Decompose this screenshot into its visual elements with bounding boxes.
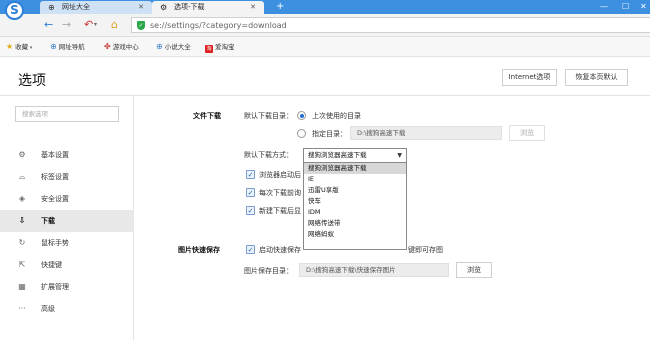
dropdown-option[interactable]: IE	[304, 174, 406, 185]
dropdown-option[interactable]: 迅雷U享版	[304, 185, 406, 196]
sidebar-item-extensions[interactable]: ▦ 扩展管理	[0, 276, 134, 298]
bookmark-novels[interactable]: ⊕ 小说大全	[156, 40, 191, 54]
specify-dir-field[interactable]: D:\搜狗高速下载	[350, 126, 502, 140]
sidebar-item-shortcuts[interactable]: ⇱ 快捷键	[0, 254, 134, 276]
settings-page: 选项 Internet选项 恢复本页默认 搜索选项 ⚙ 基本设置 ⌓ 标签设置 ◈ 安…	[0, 58, 650, 340]
sidebar-item-security[interactable]: ◈ 安全设置	[0, 188, 134, 210]
settings-sidebar: 搜索选项 ⚙ 基本设置 ⌓ 标签设置 ◈ 安全设置 ⇩ 下载 ↻ 鼠标手势 ⇱ 快捷键 ▦ 扩…	[0, 96, 134, 340]
image-dir-field[interactable]: D:\搜狗高速下载\快速保存图片	[299, 263, 449, 277]
bookmarks-bar: ★ 收藏 ▾ ⊕ 网址导航 ✤ 游戏中心 ⊕ 小说大全 淘爱淘宝	[0, 37, 650, 57]
mouse-gesture-icon: ↻	[18, 238, 26, 247]
more-icon: ···	[18, 304, 26, 313]
quicksave-enable-label: 启动快速保存	[259, 246, 301, 254]
dropdown-option[interactable]: 搜狗浏览器高速下载	[304, 163, 406, 174]
checkbox-launch[interactable]: ✓	[246, 170, 255, 179]
checkbox-ask-label: 每次下载前询	[259, 189, 301, 197]
quicksave-enable-label-end: 键即可存图	[408, 246, 443, 254]
back-icon[interactable]: ←	[44, 17, 53, 33]
bookmark-favorites[interactable]: ★ 收藏 ▾	[6, 40, 32, 54]
sidebar-item-advanced[interactable]: ··· 高级	[0, 298, 134, 320]
forward-icon[interactable]: →	[62, 17, 71, 33]
url-input[interactable]: ✓ se://settings/?category=download	[131, 17, 650, 33]
browse-button[interactable]: 浏览	[456, 262, 492, 278]
sidebar-item-download[interactable]: ⇩ 下载	[0, 210, 134, 232]
checkbox-ask-before-download[interactable]: ✓	[246, 188, 255, 197]
tab-icon: ⌓	[18, 172, 26, 181]
specify-dir-label: 指定目录：	[312, 130, 347, 138]
checkbox-launch-label: 浏览器启动后	[259, 171, 301, 179]
globe-icon: ⊕	[50, 42, 57, 51]
radio-specify-dir[interactable]	[297, 129, 306, 138]
extensions-icon: ▦	[18, 282, 26, 291]
star-icon: ★	[6, 42, 14, 51]
browser-logo[interactable]: S	[5, 1, 24, 20]
search-input[interactable]: 搜索选项	[15, 106, 119, 122]
tab-options-download[interactable]: ⚙ 选项-下载 ✕	[152, 1, 264, 14]
bookmark-web-nav[interactable]: ⊕ 网址导航	[50, 40, 85, 54]
globe-icon: ⊕	[48, 3, 55, 12]
home-icon[interactable]: ⌂	[111, 17, 118, 33]
gear-icon: ⚙	[18, 150, 26, 159]
chevron-down-icon[interactable]: ▾	[94, 17, 97, 33]
undo-icon[interactable]: ↶	[84, 17, 93, 33]
checkbox-enable-quicksave[interactable]: ✓	[246, 245, 255, 254]
shortcut-icon: ⇱	[18, 260, 26, 269]
download-method-dropdown: 搜狗浏览器高速下载 IE 迅雷U享版 快车 IDM 网络传送带 网络蚂蚁	[303, 162, 407, 250]
bookmark-game-center[interactable]: ✤ 游戏中心	[104, 40, 139, 54]
tab-label: 网址大全	[62, 3, 90, 11]
checkbox-show-label: 新建下载后显	[259, 207, 301, 215]
download-method-label: 默认下载方式：	[244, 151, 293, 159]
page-title: 选项	[18, 73, 46, 89]
taobao-icon: 淘	[205, 45, 213, 53]
download-method-select[interactable]: 搜狗浏览器高速下载 ▼	[303, 148, 407, 163]
tab-label: 选项-下载	[174, 3, 205, 11]
gear-icon: ⚙	[160, 3, 168, 12]
checkbox-show-after-new[interactable]: ✓	[246, 206, 255, 215]
dropdown-option[interactable]: 快车	[304, 196, 406, 207]
bookmark-taobao[interactable]: 淘爱淘宝	[205, 40, 235, 54]
section-file-download: 文件下载	[193, 112, 221, 120]
sidebar-item-tabs[interactable]: ⌓ 标签设置	[0, 166, 134, 188]
internet-options-button[interactable]: Internet选项	[502, 69, 557, 86]
tab-web-directory[interactable]: ⊕ 网址大全 ✕	[40, 1, 152, 14]
section-image-quicksave: 图片快速保存	[178, 246, 220, 254]
secure-shield-icon: ✓	[137, 21, 145, 30]
dropdown-option[interactable]: 网络蚂蚁	[304, 229, 406, 240]
last-used-dir-label: 上次使用的目录	[312, 112, 361, 120]
sidebar-item-mouse-gestures[interactable]: ↻ 鼠标手势	[0, 232, 134, 254]
dropdown-option[interactable]: 网络传送带	[304, 218, 406, 229]
chevron-down-icon: ▼	[397, 152, 402, 159]
gamepad-icon: ✤	[104, 42, 111, 51]
default-dir-label: 默认下载目录：	[244, 112, 293, 120]
download-icon: ⇩	[18, 216, 26, 225]
shield-icon: ◈	[18, 194, 26, 203]
maximize-icon[interactable]: ☐	[622, 0, 629, 13]
sidebar-item-basic[interactable]: ⚙ 基本设置	[0, 144, 134, 166]
new-tab-button[interactable]: +	[276, 0, 284, 13]
restore-defaults-button[interactable]: 恢复本页默认	[565, 69, 628, 86]
globe-icon: ⊕	[156, 42, 163, 51]
close-tab-icon[interactable]: ✕	[250, 1, 256, 14]
radio-last-used-dir[interactable]	[297, 111, 306, 120]
minimize-icon[interactable]: —	[600, 0, 608, 13]
close-tab-icon[interactable]: ✕	[138, 1, 144, 14]
url-text: se://settings/?category=download	[150, 21, 287, 30]
dropdown-option[interactable]: IDM	[304, 207, 406, 218]
address-bar: ← → ↶ ▾ ⌂ ✓ se://settings/?category=down…	[0, 14, 650, 37]
image-dir-label: 图片保存目录：	[244, 267, 293, 275]
browse-button-disabled[interactable]: 浏览	[509, 125, 545, 141]
close-window-icon[interactable]: ✕	[640, 0, 647, 13]
tab-strip: ⊕ 网址大全 ✕ ⚙ 选项-下载 ✕ + — ☐ ✕	[0, 0, 650, 14]
